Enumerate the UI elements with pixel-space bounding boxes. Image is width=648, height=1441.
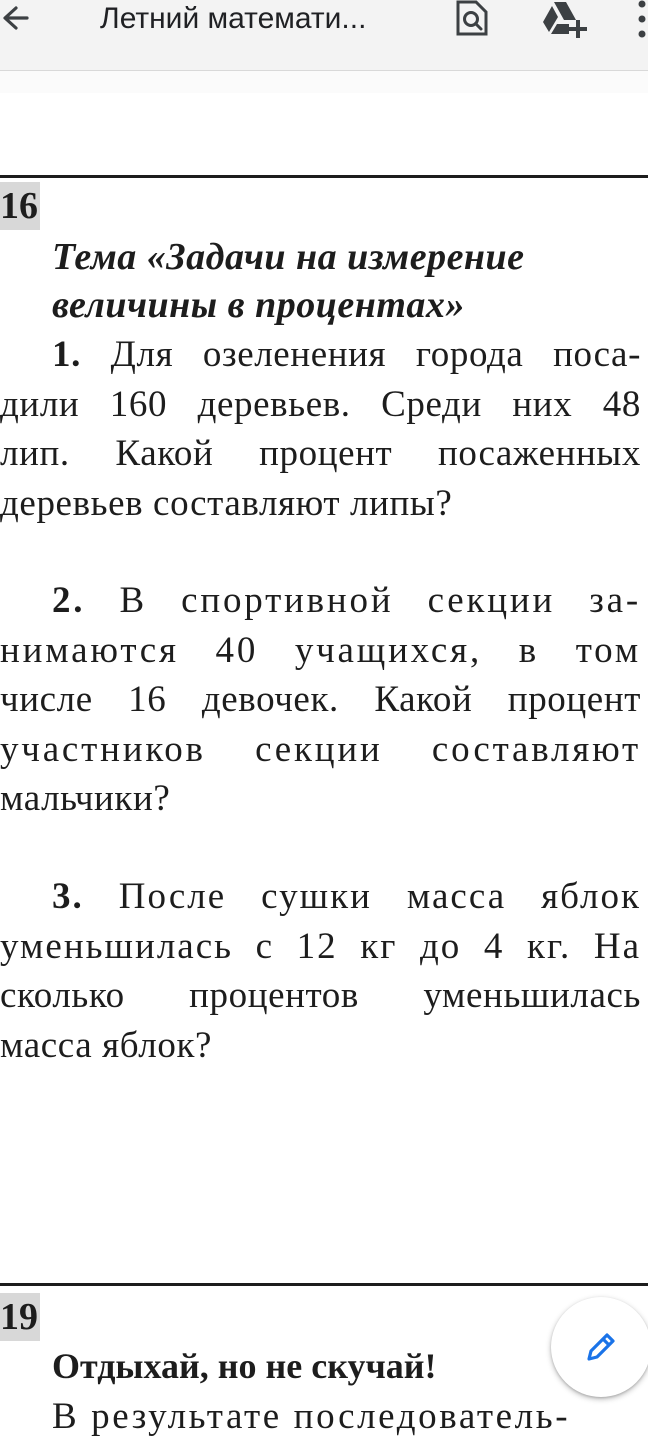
problem-line: участников секции составляют xyxy=(0,728,641,770)
problem-text: В спортивной секции за- xyxy=(85,580,641,621)
topic-heading-line: Тема «Задачи на измерение xyxy=(52,236,525,278)
problem-line: лип. Какой процент посаженных xyxy=(0,433,641,474)
problem-line: деревьев составляют липы? xyxy=(0,482,453,524)
problem-number: 2. xyxy=(52,580,86,621)
problem-2: 2. В спортивной секции за- нимаются 40 у… xyxy=(0,576,641,824)
document-title: Летний математи... xyxy=(100,2,367,35)
more-vert-icon[interactable] xyxy=(632,0,648,38)
back-arrow-icon[interactable] xyxy=(0,0,36,40)
problem-line: 1. Для озеленения города поса- xyxy=(0,330,641,380)
problem-line: масса яблок? xyxy=(0,1024,213,1066)
problem-number: 3. xyxy=(52,876,84,917)
problem-line: числе 16 девочек. Какой процент xyxy=(0,679,641,720)
topic-heading: Тема «Задачи на измерение величины в про… xyxy=(52,233,642,329)
problem-line: мальчики? xyxy=(0,778,171,819)
topic-heading-line: величины в процентах» xyxy=(52,284,465,326)
toolbar-shadow xyxy=(0,71,648,93)
edit-fab-button[interactable] xyxy=(551,1297,648,1397)
page-number-badge: 19 xyxy=(0,1293,40,1341)
problem-3: 3. После сушки масса яблок уменьшилась с… xyxy=(0,872,641,1070)
section-title: Отдыхай, но не скучай! xyxy=(52,1346,437,1386)
problem-line: сколько процентов уменьшилась xyxy=(0,975,641,1016)
add-to-drive-icon[interactable] xyxy=(540,0,588,38)
page-number-badge: 16 xyxy=(0,182,40,230)
problem-line: уменьшилась с 12 кг до 4 кг. На xyxy=(0,925,641,967)
problem-line: 2. В спортивной секции за- xyxy=(0,576,641,626)
problem-1: 1. Для озеленения города поса- дили 160 … xyxy=(0,330,641,528)
search-in-document-icon[interactable] xyxy=(452,0,492,38)
problem-line: дили 160 деревьев. Среди них 48 xyxy=(0,383,641,425)
problem-text: После сушки масса яблок xyxy=(83,876,641,917)
problem-number: 1. xyxy=(52,334,81,375)
problem-line: 3. После сушки масса яблок xyxy=(0,872,641,922)
section-first-line: В результате последователь- xyxy=(52,1396,571,1437)
section-divider xyxy=(0,175,648,178)
edit-pencil-icon xyxy=(587,1333,615,1361)
section-divider xyxy=(0,1283,648,1286)
app-bar: Летний математи... xyxy=(0,0,648,71)
problem-text: Для озеленения города поса- xyxy=(80,334,641,375)
problem-line: нимаются 40 учащихся, в том xyxy=(0,629,641,671)
